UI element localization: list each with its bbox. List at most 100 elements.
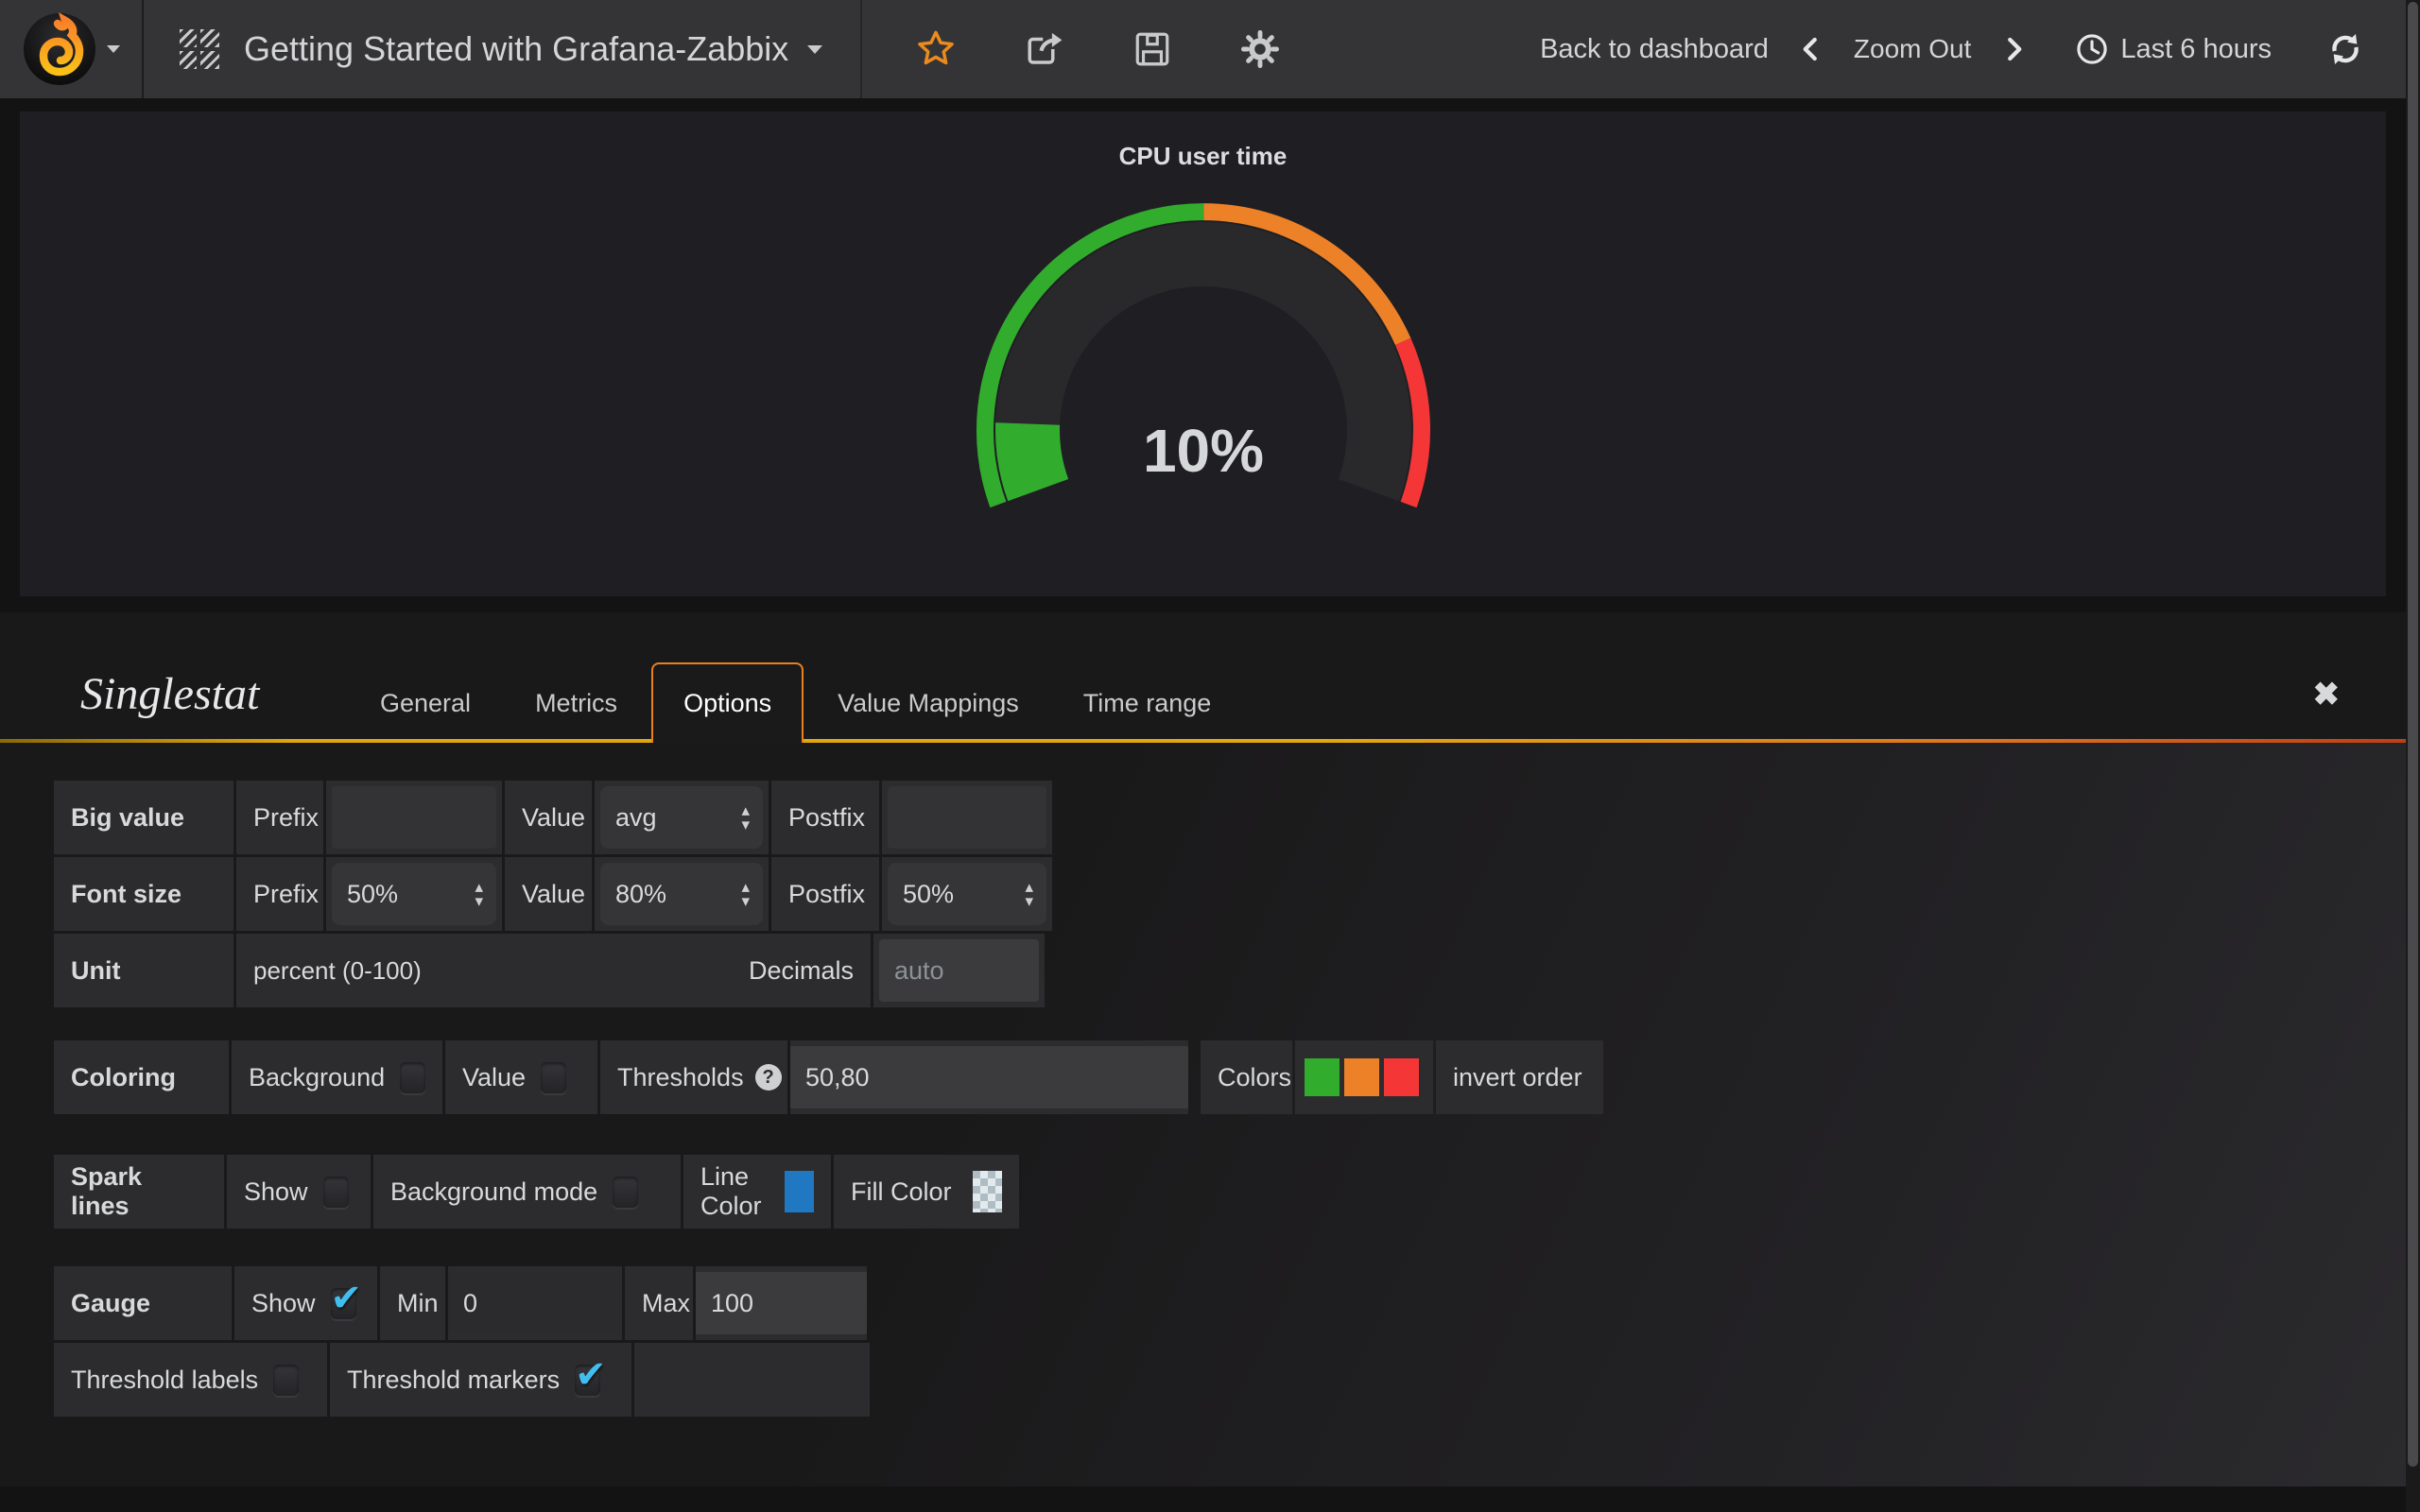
editor-options-body: Big value Prefix Value avg ▴▾ Postfix <box>0 743 2406 1486</box>
close-editor-icon[interactable]: ✖ <box>2313 679 2341 711</box>
background-mode-checkbox[interactable] <box>613 1177 638 1208</box>
threshold-color-swatch-red[interactable] <box>1384 1058 1419 1096</box>
threshold-markers-checkbox[interactable] <box>575 1365 600 1396</box>
colors-label: Colors <box>1201 1040 1292 1114</box>
scrollbar[interactable] <box>2406 0 2420 1512</box>
background-label: Background <box>249 1063 385 1092</box>
big-value-postfix-input[interactable] <box>888 786 1046 849</box>
singlestat-panel: CPU user time 10% <box>20 112 2386 596</box>
decimals-input-cell <box>873 934 1045 1007</box>
tab-options[interactable]: Options <box>651 662 804 743</box>
select-spinner-icon: ▴▾ <box>475 880 483 908</box>
prefix-input-cell <box>326 781 502 854</box>
star-icon[interactable] <box>915 28 957 70</box>
tab-value-mappings[interactable]: Value Mappings <box>807 689 1049 743</box>
value-function-cell: avg ▴▾ <box>595 781 769 854</box>
background-checkbox[interactable] <box>400 1062 425 1093</box>
threshold-color-swatch-green[interactable] <box>1305 1058 1340 1096</box>
panel-type-title: Singlestat <box>80 668 348 743</box>
threshold-options-row: Threshold labels Threshold markers <box>54 1343 2406 1417</box>
prefix-size-cell: 50% ▴▾ <box>326 857 502 931</box>
grafana-logo-menu[interactable] <box>0 0 144 98</box>
value-size-cell: 80% ▴▾ <box>595 857 769 931</box>
line-color-cell: Line Color <box>683 1155 831 1228</box>
dashboard-title-dropdown[interactable]: Getting Started with Grafana-Zabbix <box>180 29 822 69</box>
min-input[interactable] <box>448 1272 622 1334</box>
postfix-size-select[interactable]: 50% ▴▾ <box>888 863 1046 925</box>
scrollbar-thumb[interactable] <box>2408 2 2418 1467</box>
gauge-label: Gauge <box>54 1266 232 1340</box>
help-icon[interactable]: ? <box>755 1064 782 1091</box>
editor-header: Singlestat General Metrics Options Value… <box>0 612 2406 743</box>
font-size-label: Font size <box>54 857 233 931</box>
refresh-icon[interactable] <box>2326 30 2364 68</box>
panel-title[interactable]: CPU user time <box>20 112 2386 171</box>
value-checkbox[interactable] <box>541 1062 566 1093</box>
background-mode-cell: Background mode <box>373 1155 681 1228</box>
invert-order-cell: invert order <box>1436 1040 1603 1114</box>
coloring-value-label: Value <box>462 1063 526 1092</box>
font-size-row: Font size Prefix 50% ▴▾ Value 80% ▴▾ Pos… <box>54 857 2406 931</box>
threshold-color-swatch-orange[interactable] <box>1344 1058 1379 1096</box>
zoom-out-button[interactable]: Zoom Out <box>1854 34 1971 64</box>
thresholds-input-cell <box>790 1040 1188 1114</box>
logo-caret-down-icon <box>107 45 120 53</box>
fill-color-cell: Fill Color <box>834 1155 1019 1228</box>
coloring-value-cell: Value <box>445 1040 597 1114</box>
time-picker-button[interactable]: Last 6 hours <box>2075 32 2272 66</box>
min-input-cell <box>448 1266 622 1340</box>
gauge-show-label: Show <box>251 1289 316 1318</box>
coloring-label: Coloring <box>54 1040 229 1114</box>
time-shift-right-button[interactable] <box>1999 33 2028 65</box>
prefix-size-select[interactable]: 50% ▴▾ <box>332 863 496 925</box>
line-color-swatch[interactable] <box>785 1171 814 1212</box>
gear-icon[interactable] <box>1240 29 1280 69</box>
tab-metrics[interactable]: Metrics <box>505 689 648 743</box>
spark-show-cell: Show <box>227 1155 371 1228</box>
postfix-size-cell: 50% ▴▾ <box>882 857 1052 931</box>
max-label: Max <box>625 1266 693 1340</box>
prefix-size-label: Prefix <box>236 857 323 931</box>
threshold-labels-checkbox[interactable] <box>273 1365 299 1396</box>
big-value-label: Big value <box>54 781 233 854</box>
fill-color-label: Fill Color <box>851 1177 952 1207</box>
select-spinner-icon: ▴▾ <box>741 880 750 908</box>
tab-time-range[interactable]: Time range <box>1053 689 1242 743</box>
threshold-labels-label: Threshold labels <box>71 1366 258 1395</box>
spark-lines-label: Spark lines <box>54 1155 224 1228</box>
time-shift-left-button[interactable] <box>1797 33 1825 65</box>
share-icon[interactable] <box>1025 29 1064 69</box>
decimals-label: Decimals <box>749 956 854 986</box>
editor-tabs: General Metrics Options Value Mappings T… <box>348 612 1243 743</box>
fill-color-swatch[interactable] <box>973 1171 1002 1212</box>
save-icon[interactable] <box>1132 29 1172 69</box>
value-size-select[interactable]: 80% ▴▾ <box>600 863 763 925</box>
tab-general[interactable]: General <box>350 689 501 743</box>
unit-cell: percent (0-100) Decimals <box>236 934 871 1007</box>
clock-icon <box>2075 32 2109 66</box>
invert-order-button[interactable]: invert order <box>1453 1063 1582 1092</box>
postfix-size-label: Postfix <box>771 857 879 931</box>
gauge-row: Gauge Show Min Max <box>54 1266 2406 1340</box>
back-to-dashboard-button[interactable]: Back to dashboard <box>1540 34 1769 65</box>
line-color-label: Line Color <box>700 1162 771 1221</box>
thresholds-input[interactable] <box>790 1046 1188 1108</box>
gauge-show-checkbox[interactable] <box>331 1288 356 1319</box>
value-label: Value <box>505 781 592 854</box>
max-input[interactable] <box>696 1272 867 1334</box>
postfix-input-cell <box>882 781 1052 854</box>
postfix-label: Postfix <box>771 781 879 854</box>
gauge-value-text: 10% <box>1142 417 1263 485</box>
unit-value-dropdown[interactable]: percent (0-100) <box>253 956 422 986</box>
select-spinner-icon: ▴▾ <box>1025 880 1033 908</box>
spark-show-checkbox[interactable] <box>323 1177 349 1208</box>
value-size-label: Value <box>505 857 592 931</box>
gauge-chart: 10% <box>20 198 2386 509</box>
max-input-cell <box>696 1266 867 1340</box>
select-spinner-icon: ▴▾ <box>741 803 750 832</box>
value-function-select[interactable]: avg ▴▾ <box>600 786 763 849</box>
title-caret-down-icon <box>807 45 822 54</box>
decimals-input[interactable] <box>879 939 1039 1002</box>
big-value-prefix-input[interactable] <box>332 786 496 849</box>
empty-cell <box>634 1343 870 1417</box>
